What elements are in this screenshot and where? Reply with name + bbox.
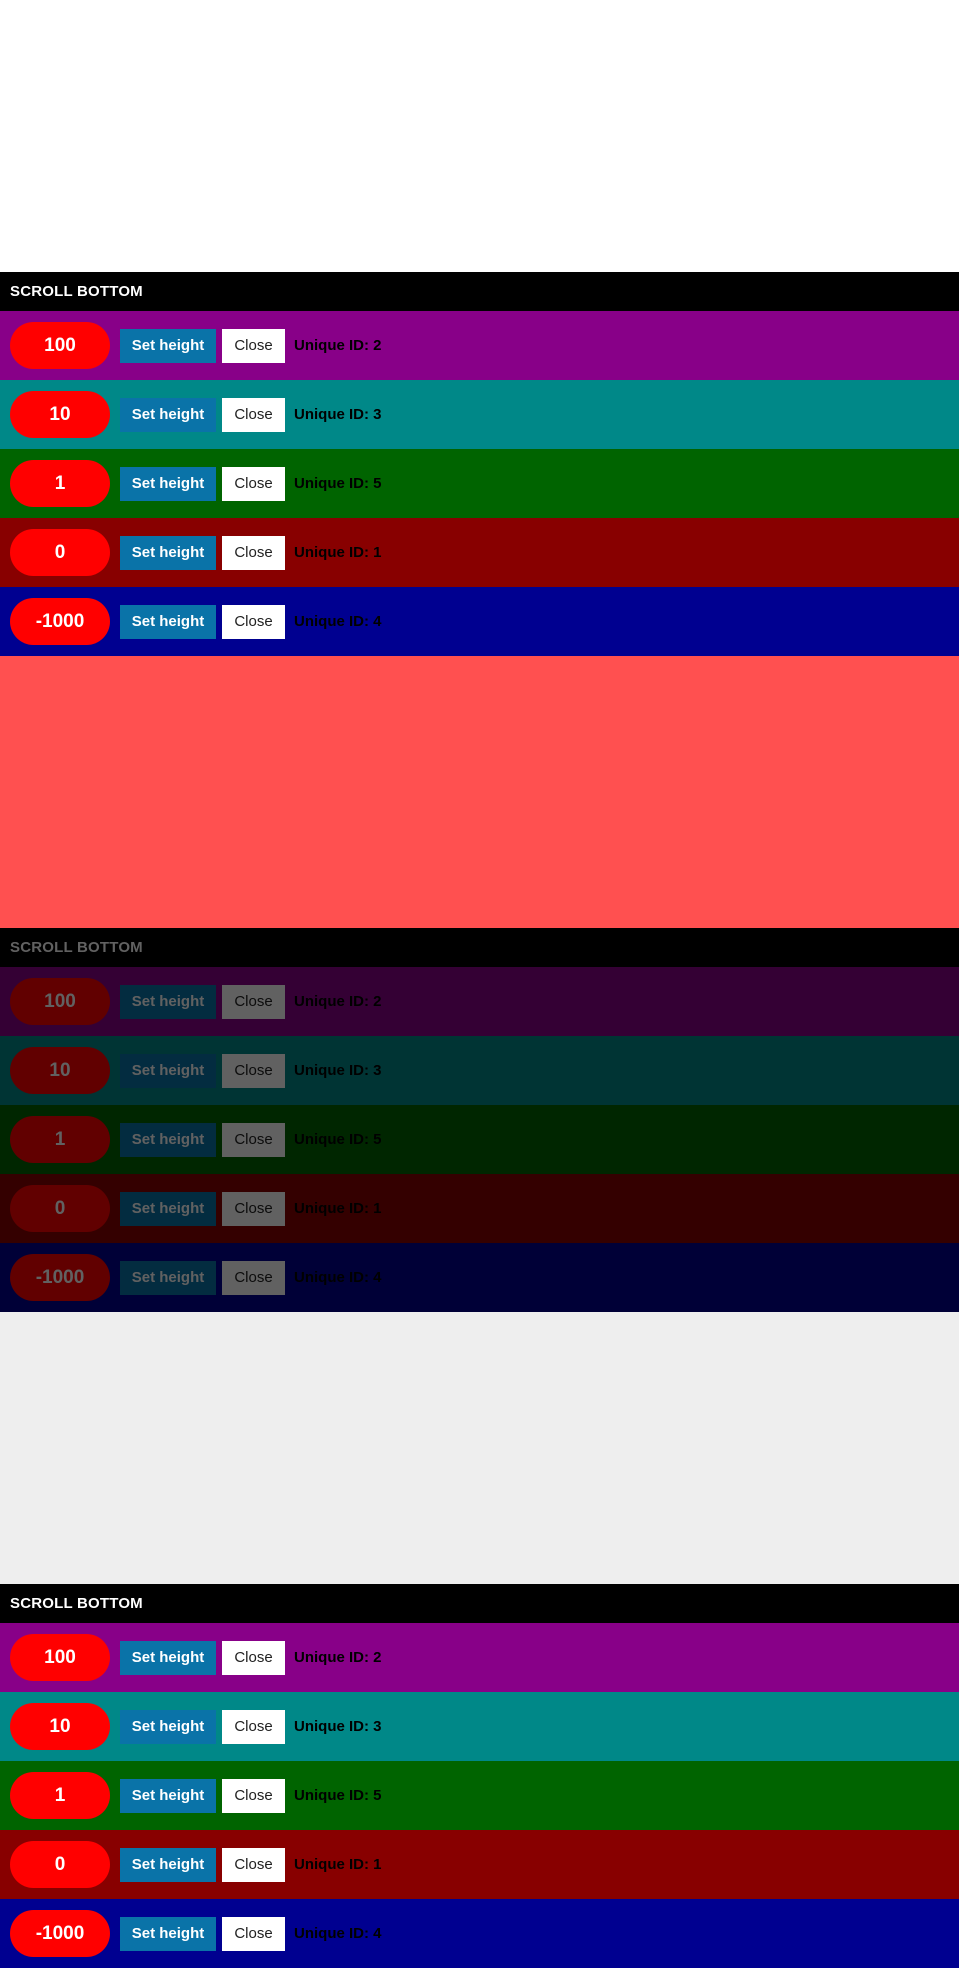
close-button[interactable]: Close — [222, 1916, 285, 1951]
set-height-button[interactable]: Set height — [120, 397, 216, 432]
unique-id-label: Unique ID: 2 — [294, 337, 382, 354]
unique-id-label: Unique ID: 4 — [294, 1925, 382, 1942]
list-item: 1 Set height Close Unique ID: 5 — [0, 449, 959, 518]
value-badge: 1 — [10, 460, 110, 507]
close-button[interactable]: Close — [222, 466, 285, 501]
list-item: 1 Set height Close Unique ID: 5 — [0, 1105, 959, 1174]
unique-id-label: Unique ID: 5 — [294, 475, 382, 492]
scroll-panel-3: SCROLL BOTTOM 100 Set height Close Uniqu… — [0, 1584, 959, 1968]
list-item: 10 Set height Close Unique ID: 3 — [0, 1692, 959, 1761]
set-height-button[interactable]: Set height — [120, 984, 216, 1019]
list-item: 0 Set height Close Unique ID: 1 — [0, 1174, 959, 1243]
set-height-button[interactable]: Set height — [120, 1778, 216, 1813]
value-badge: 0 — [10, 1185, 110, 1232]
close-button[interactable]: Close — [222, 397, 285, 432]
list-item: 100 Set height Close Unique ID: 2 — [0, 967, 959, 1036]
list-item: 0 Set height Close Unique ID: 1 — [0, 1830, 959, 1899]
list-item: 100 Set height Close Unique ID: 2 — [0, 1623, 959, 1692]
unique-id-label: Unique ID: 1 — [294, 1200, 382, 1217]
close-button[interactable]: Close — [222, 1191, 285, 1226]
value-badge: 100 — [10, 978, 110, 1025]
unique-id-label: Unique ID: 3 — [294, 1062, 382, 1079]
value-badge: 1 — [10, 1772, 110, 1819]
value-badge: 10 — [10, 1703, 110, 1750]
list-item: 100 Set height Close Unique ID: 2 — [0, 311, 959, 380]
close-button[interactable]: Close — [222, 1640, 285, 1675]
set-height-button[interactable]: Set height — [120, 1640, 216, 1675]
lower-gray-region — [0, 1312, 959, 1584]
close-button[interactable]: Close — [222, 535, 285, 570]
list-item: 1 Set height Close Unique ID: 5 — [0, 1761, 959, 1830]
value-badge: -1000 — [10, 1910, 110, 1957]
value-badge: 100 — [10, 1634, 110, 1681]
set-height-button[interactable]: Set height — [120, 1053, 216, 1088]
panel-header: SCROLL BOTTOM — [0, 272, 959, 311]
unique-id-label: Unique ID: 2 — [294, 993, 382, 1010]
list-item: -1000 Set height Close Unique ID: 4 — [0, 1899, 959, 1968]
unique-id-label: Unique ID: 3 — [294, 1718, 382, 1735]
close-button[interactable]: Close — [222, 1778, 285, 1813]
value-badge: 10 — [10, 391, 110, 438]
unique-id-label: Unique ID: 1 — [294, 1856, 382, 1873]
set-height-button[interactable]: Set height — [120, 535, 216, 570]
set-height-button[interactable]: Set height — [120, 1122, 216, 1157]
close-button[interactable]: Close — [222, 1847, 285, 1882]
panel-header: SCROLL BOTTOM — [0, 928, 959, 967]
close-button[interactable]: Close — [222, 984, 285, 1019]
close-button[interactable]: Close — [222, 1709, 285, 1744]
panel-header: SCROLL BOTTOM — [0, 1584, 959, 1623]
value-badge: 1 — [10, 1116, 110, 1163]
set-height-button[interactable]: Set height — [120, 1191, 216, 1226]
unique-id-label: Unique ID: 5 — [294, 1787, 382, 1804]
unique-id-label: Unique ID: 4 — [294, 1269, 382, 1286]
middle-red-region — [0, 656, 959, 928]
set-height-button[interactable]: Set height — [120, 1916, 216, 1951]
value-badge: 10 — [10, 1047, 110, 1094]
list-item: -1000 Set height Close Unique ID: 4 — [0, 1243, 959, 1312]
set-height-button[interactable]: Set height — [120, 328, 216, 363]
value-badge: -1000 — [10, 1254, 110, 1301]
value-badge: 0 — [10, 1841, 110, 1888]
scroll-panel-2: SCROLL BOTTOM 100 Set height Close Uniqu… — [0, 928, 959, 1312]
unique-id-label: Unique ID: 2 — [294, 1649, 382, 1666]
list-item: 0 Set height Close Unique ID: 1 — [0, 518, 959, 587]
set-height-button[interactable]: Set height — [120, 466, 216, 501]
set-height-button[interactable]: Set height — [120, 1260, 216, 1295]
set-height-button[interactable]: Set height — [120, 1709, 216, 1744]
unique-id-label: Unique ID: 4 — [294, 613, 382, 630]
top-blank-region — [0, 0, 959, 272]
set-height-button[interactable]: Set height — [120, 1847, 216, 1882]
value-badge: -1000 — [10, 598, 110, 645]
scroll-panel-1: SCROLL BOTTOM 100 Set height Close Uniqu… — [0, 272, 959, 656]
close-button[interactable]: Close — [222, 328, 285, 363]
value-badge: 0 — [10, 529, 110, 576]
list-item: 10 Set height Close Unique ID: 3 — [0, 380, 959, 449]
list-item: -1000 Set height Close Unique ID: 4 — [0, 587, 959, 656]
close-button[interactable]: Close — [222, 1260, 285, 1295]
unique-id-label: Unique ID: 1 — [294, 544, 382, 561]
value-badge: 100 — [10, 322, 110, 369]
page-canvas: SCROLL BOTTOM 100 Set height Close Uniqu… — [0, 0, 959, 1968]
close-button[interactable]: Close — [222, 1122, 285, 1157]
set-height-button[interactable]: Set height — [120, 604, 216, 639]
unique-id-label: Unique ID: 3 — [294, 406, 382, 423]
list-item: 10 Set height Close Unique ID: 3 — [0, 1036, 959, 1105]
unique-id-label: Unique ID: 5 — [294, 1131, 382, 1148]
close-button[interactable]: Close — [222, 604, 285, 639]
close-button[interactable]: Close — [222, 1053, 285, 1088]
